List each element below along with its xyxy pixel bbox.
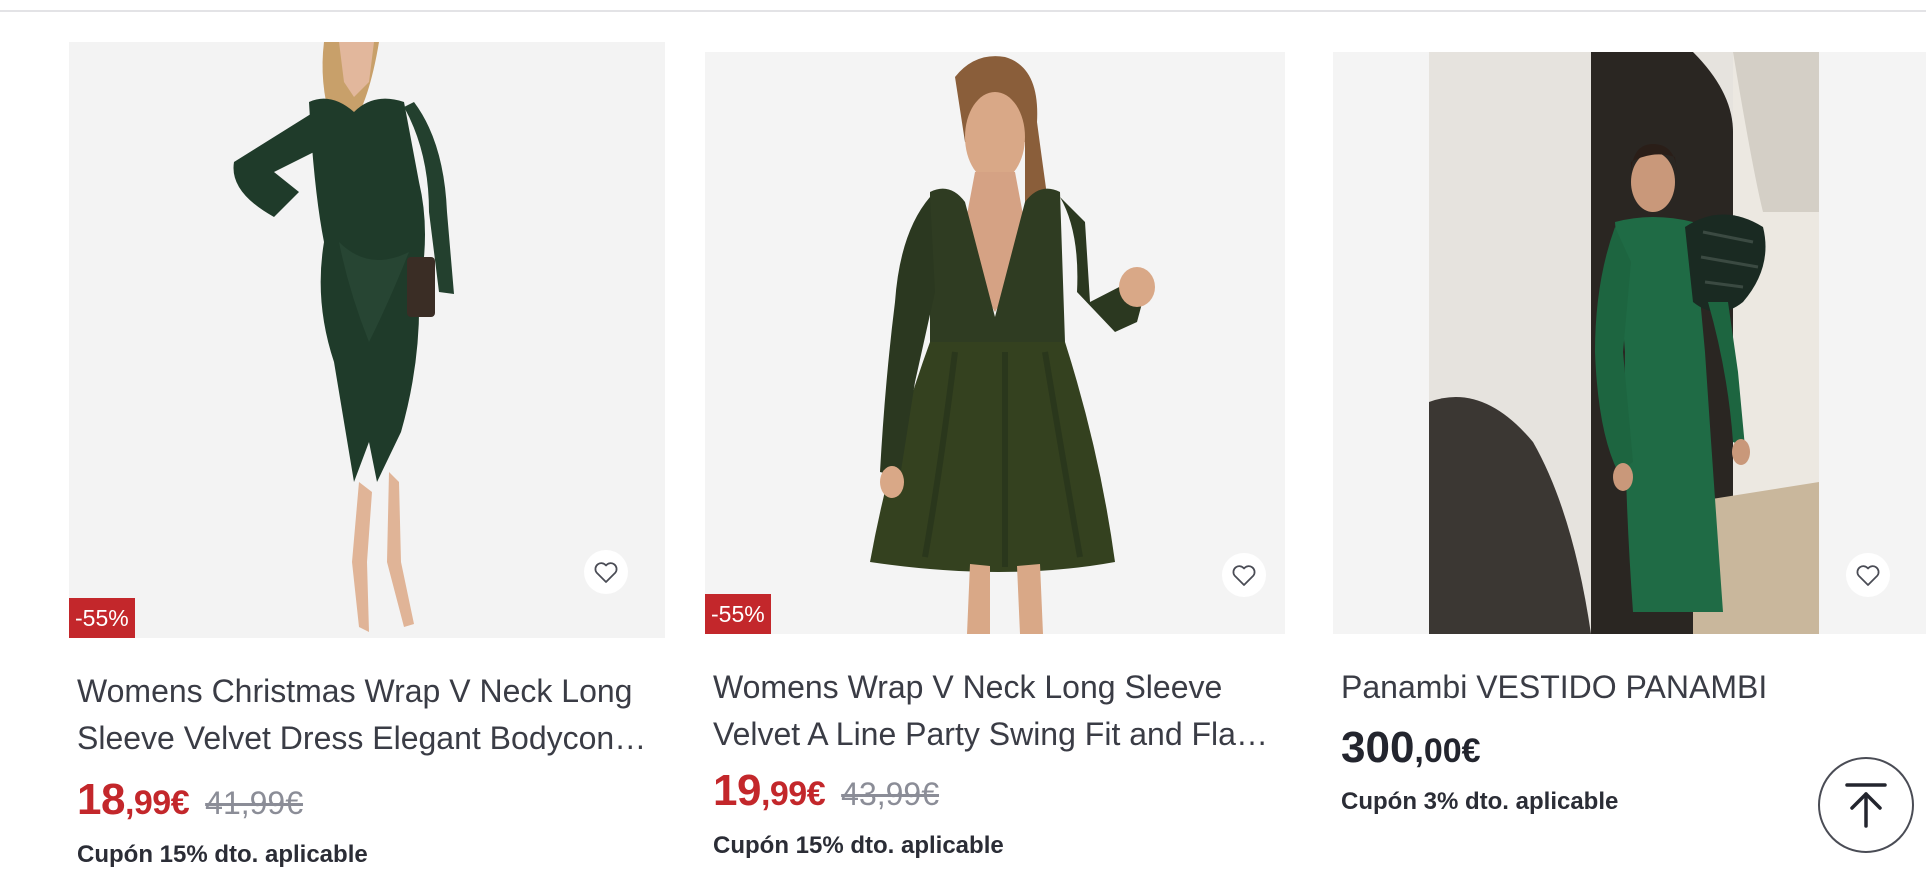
product-image-2[interactable]: -55%	[705, 52, 1285, 634]
product-image-3[interactable]	[1333, 52, 1926, 634]
discount-badge: -55%	[705, 594, 771, 634]
product-card-1[interactable]: -55% Womens Christmas Wrap V Neck Long S…	[0, 0, 680, 894]
product-photo	[1333, 52, 1926, 634]
product-title[interactable]: Panambi VESTIDO PANAMBI	[1341, 664, 1901, 711]
scroll-to-top-button[interactable]	[1818, 757, 1914, 853]
product-title[interactable]: Womens Wrap V Neck Long Sleeve Velvet A …	[713, 664, 1273, 758]
favorite-button[interactable]	[1846, 553, 1890, 597]
price: 300,00€	[1341, 723, 1481, 772]
product-card-2[interactable]: -55% Womens Wrap V Neck Long Sleeve Velv…	[690, 0, 1320, 894]
coupon-text: Cupón 15% dto. aplicable	[713, 832, 1004, 859]
coupon-text: Cupón 15% dto. aplicable	[77, 841, 368, 868]
sale-price: 18,99€	[77, 775, 190, 824]
favorite-button[interactable]	[584, 550, 628, 594]
heart-outline-icon	[1856, 565, 1880, 586]
original-price: 43,99€	[841, 776, 940, 812]
heart-outline-icon	[1232, 565, 1256, 586]
price-row: 19,99€ 43,99€	[713, 766, 939, 816]
sale-price: 19,99€	[713, 766, 826, 815]
product-image-1[interactable]: -55%	[69, 42, 665, 638]
original-price: 41,99€	[205, 785, 304, 821]
price-row: 18,99€ 41,99€	[77, 775, 303, 825]
product-card-3[interactable]: Panambi VESTIDO PANAMBI 300,00€ Cupón 3%…	[1320, 0, 1926, 894]
discount-badge: -55%	[69, 598, 135, 638]
price-row: 300,00€	[1341, 723, 1481, 773]
heart-outline-icon	[594, 562, 618, 583]
favorite-button[interactable]	[1222, 553, 1266, 597]
coupon-text: Cupón 3% dto. aplicable	[1341, 788, 1619, 815]
product-title[interactable]: Womens Christmas Wrap V Neck Long Sleeve…	[77, 668, 667, 762]
product-photo	[705, 52, 1285, 634]
arrow-up-to-top-icon	[1845, 783, 1887, 828]
product-photo	[69, 42, 665, 638]
